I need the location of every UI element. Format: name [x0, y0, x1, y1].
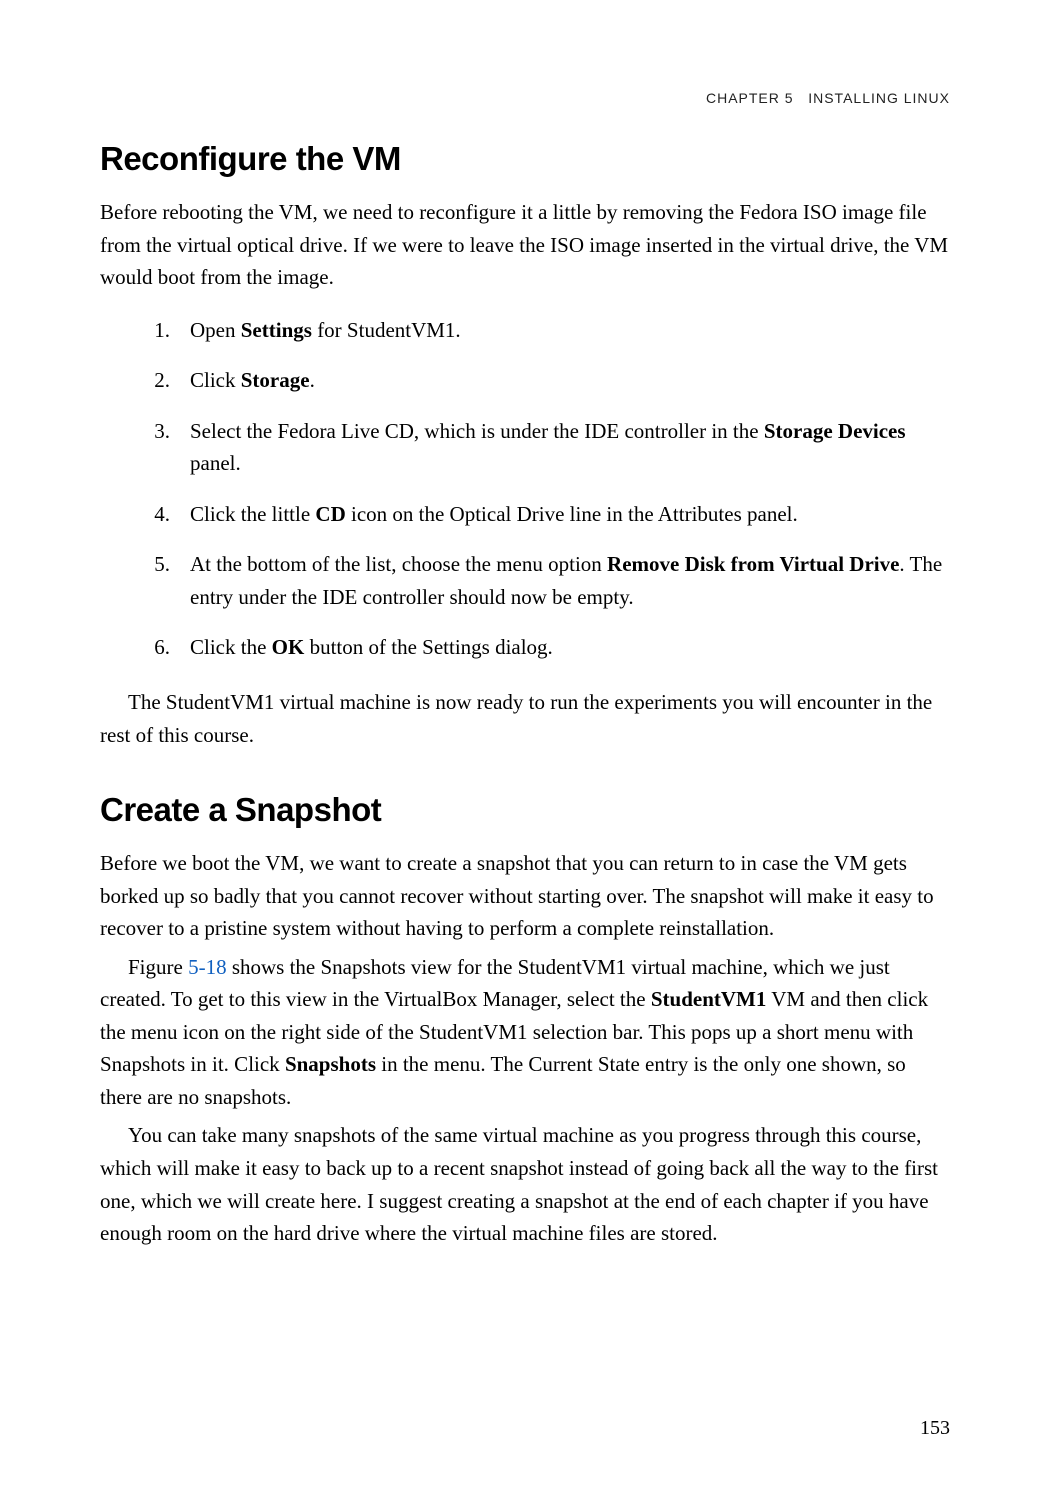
page-content: Reconfigure the VM Before rebooting the … — [100, 140, 950, 1250]
p2-pre: Figure — [128, 955, 188, 979]
section2-p3: You can take many snapshots of the same … — [100, 1119, 950, 1249]
step-text-post: button of the Settings dialog. — [304, 635, 552, 659]
step-text-bold: CD — [315, 502, 345, 526]
p2-bold1: StudentVM1 — [651, 987, 767, 1011]
step-text-post: panel. — [190, 451, 241, 475]
step-text-bold: Settings — [241, 318, 312, 342]
step-text-pre: Select the Fedora Live CD, which is unde… — [190, 419, 764, 443]
chapter-title: INSTALLING LINUX — [808, 90, 950, 106]
step-text-bold: OK — [272, 635, 305, 659]
step-text-pre: Open — [190, 318, 241, 342]
chapter-label: CHAPTER 5 — [706, 90, 794, 106]
step-item: 2. Click Storage. — [100, 364, 950, 397]
step-text-post: . — [310, 368, 315, 392]
step-text-pre: At the bottom of the list, choose the me… — [190, 552, 607, 576]
step-item: 6. Click the OK button of the Settings di… — [100, 631, 950, 664]
section1-outro: The StudentVM1 virtual machine is now re… — [100, 686, 950, 751]
step-number: 1. — [140, 314, 170, 347]
section2-p2: Figure 5-18 shows the Snapshots view for… — [100, 951, 950, 1114]
p2-bold2: Snapshots — [285, 1052, 376, 1076]
section2-p1: Before we boot the VM, we want to create… — [100, 847, 950, 945]
section1-intro: Before rebooting the VM, we need to reco… — [100, 196, 950, 294]
section-heading-snapshot: Create a Snapshot — [100, 791, 950, 829]
step-text-pre: Click — [190, 368, 241, 392]
step-text-post: for StudentVM1. — [312, 318, 461, 342]
running-header: CHAPTER 5 INSTALLING LINUX — [706, 90, 950, 106]
figure-reference[interactable]: 5-18 — [188, 955, 227, 979]
step-number: 4. — [140, 498, 170, 531]
step-text-pre: Click the — [190, 635, 272, 659]
step-number: 5. — [140, 548, 170, 581]
step-text-bold: Storage Devices — [764, 419, 906, 443]
section-heading-reconfigure: Reconfigure the VM — [100, 140, 950, 178]
step-number: 2. — [140, 364, 170, 397]
step-item: 3. Select the Fedora Live CD, which is un… — [100, 415, 950, 480]
step-text-bold: Storage — [241, 368, 310, 392]
step-item: 1. Open Settings for StudentVM1. — [100, 314, 950, 347]
step-number: 3. — [140, 415, 170, 448]
steps-list: 1. Open Settings for StudentVM1. 2. Click … — [100, 314, 950, 664]
step-text-pre: Click the little — [190, 502, 315, 526]
step-item: 5. At the bottom of the list, choose the … — [100, 548, 950, 613]
step-text-post: icon on the Optical Drive line in the At… — [346, 502, 798, 526]
step-item: 4. Click the little CD icon on the Optica… — [100, 498, 950, 531]
step-text-bold: Remove Disk from Virtual Drive — [607, 552, 899, 576]
page-number: 153 — [920, 1417, 950, 1440]
step-number: 6. — [140, 631, 170, 664]
